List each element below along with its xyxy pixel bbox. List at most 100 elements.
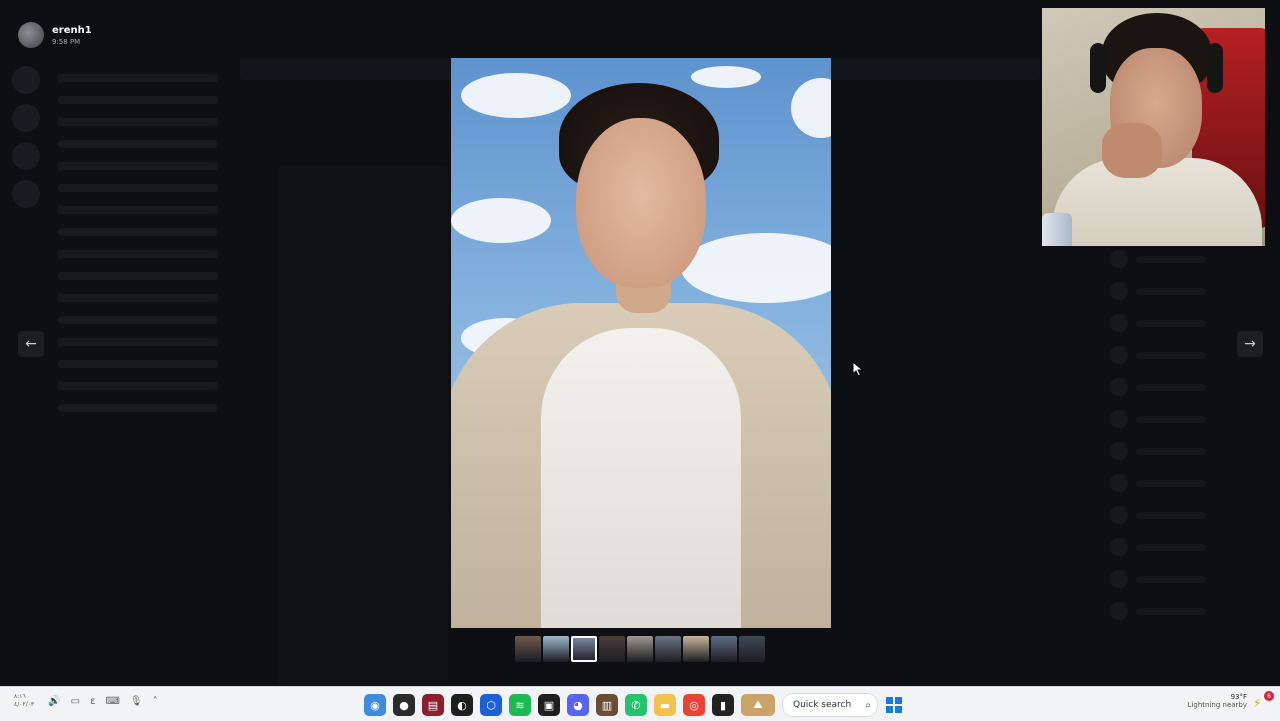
avatar[interactable]: [18, 22, 44, 48]
chrome-app-icon[interactable]: ◎: [683, 694, 705, 716]
thumbnail-item[interactable]: [543, 636, 569, 662]
media-viewer-image[interactable]: [451, 58, 831, 628]
channel-item: [58, 250, 218, 258]
thumbnail-strip: [515, 636, 767, 662]
headset: [1090, 43, 1106, 93]
thumbnail-item[interactable]: [655, 636, 681, 662]
tshirt: [541, 328, 741, 628]
server-icon: [12, 66, 40, 94]
clock[interactable]: ٨:١٦ ٤/٠٢/٠٣: [14, 693, 34, 709]
channel-item: [58, 184, 218, 192]
previous-image-button[interactable]: ←: [18, 331, 44, 357]
arrow-left-icon: ←: [25, 336, 37, 352]
chevron-up-icon[interactable]: ˄: [153, 696, 158, 707]
streamer-body: [1052, 158, 1262, 246]
notification-badge[interactable]: 6: [1264, 691, 1274, 701]
obs-app-icon[interactable]: ●: [393, 694, 415, 716]
language-icon[interactable]: ε: [90, 696, 95, 707]
server-icon: [12, 142, 40, 170]
channel-item: [58, 118, 218, 126]
lightning-icon: ⚡: [1253, 696, 1262, 710]
cloud: [691, 66, 761, 88]
member-item: [1110, 570, 1260, 588]
capture-app-icon[interactable]: ▣: [538, 694, 560, 716]
channel-item: [58, 228, 218, 236]
member-item: [1110, 442, 1260, 460]
discord-app-icon[interactable]: ◕: [567, 694, 589, 716]
search-label: Quick search: [793, 700, 852, 710]
terminal-app-icon[interactable]: ▮: [712, 694, 734, 716]
member-item: [1110, 314, 1260, 332]
mouse-cursor-icon: [852, 361, 864, 377]
member-item: [1110, 474, 1260, 492]
thumbnail-item[interactable]: [599, 636, 625, 662]
channel-item: [58, 96, 218, 104]
headset: [1207, 43, 1223, 93]
taskbar-search[interactable]: Quick search ⌕: [782, 693, 878, 717]
channel-item: [58, 338, 218, 346]
windows-start-icon[interactable]: [886, 697, 902, 713]
server-icon: [12, 180, 40, 208]
cloud: [451, 198, 551, 243]
taskbar-left-tray: ٨:١٦ ٤/٠٢/٠٣ 🔊 ▭ ε ⌨ 🎙 ˄: [14, 693, 168, 709]
thumbnail-item[interactable]: [571, 636, 597, 662]
channel-list: [48, 60, 228, 680]
member-item: [1110, 602, 1260, 620]
cloud: [681, 233, 831, 303]
weather-widget[interactable]: 93°F Lightning nearby: [1184, 693, 1247, 709]
member-list: [1110, 250, 1260, 680]
tool-app-icon[interactable]: ▥: [596, 694, 618, 716]
member-item: [1110, 378, 1260, 396]
webcam-overlay: [1042, 8, 1265, 246]
weather-condition: Lightning nearby: [1187, 701, 1247, 709]
video-editor-app-icon[interactable]: ▤: [422, 694, 444, 716]
server-icon: [12, 104, 40, 132]
member-item: [1110, 282, 1260, 300]
thumbnail-item[interactable]: [515, 636, 541, 662]
channel-item: [58, 140, 218, 148]
member-item: [1110, 538, 1260, 556]
copilot-app-icon[interactable]: ◉: [364, 694, 386, 716]
search-icon: ⌕: [865, 699, 871, 711]
thumbnail-item[interactable]: [739, 636, 765, 662]
server-list: [8, 60, 44, 660]
channel-item: [58, 382, 218, 390]
image-author: erenh1 9:58 PM: [18, 22, 92, 48]
game-launcher-app-icon[interactable]: ◐: [451, 694, 473, 716]
post-timestamp: 9:58 PM: [52, 37, 81, 46]
face: [576, 118, 706, 288]
channel-item: [58, 162, 218, 170]
channel-item: [58, 272, 218, 280]
microphone-icon[interactable]: 🎙: [130, 696, 143, 707]
cloud: [791, 78, 831, 138]
chat-attachment: [278, 165, 448, 685]
spotify-app-icon[interactable]: ≋: [509, 694, 531, 716]
channel-item: [58, 294, 218, 302]
windows-taskbar: ٨:١٦ ٤/٠٢/٠٣ 🔊 ▭ ε ⌨ 🎙 ˄ ◉ ● ▤ ◐ ⬡ ≋ ▣ ◕…: [0, 686, 1280, 721]
network-icon[interactable]: ▭: [71, 696, 80, 707]
keyboard-icon[interactable]: ⌨: [105, 696, 119, 707]
thumbnail-item[interactable]: [683, 636, 709, 662]
streamer-hand: [1102, 123, 1162, 178]
taskbar-apps: ◉ ● ▤ ◐ ⬡ ≋ ▣ ◕ ▥ ✆ ▬ ◎ ▮ ⛰ Quick search…: [364, 693, 902, 717]
channel-item: [58, 74, 218, 82]
volume-icon[interactable]: 🔊: [48, 696, 60, 707]
water-bottle: [1042, 213, 1072, 246]
channel-item: [58, 404, 218, 412]
channel-item: [58, 206, 218, 214]
author-name[interactable]: erenh1: [52, 25, 92, 36]
channel-item: [58, 316, 218, 324]
widget-app-icon[interactable]: ⛰: [741, 694, 775, 716]
channel-item: [58, 360, 218, 368]
member-item: [1110, 410, 1260, 428]
cloud: [461, 73, 571, 118]
member-item: [1110, 250, 1260, 268]
arrow-right-icon: →: [1244, 336, 1256, 352]
thumbnail-item[interactable]: [627, 636, 653, 662]
member-item: [1110, 506, 1260, 524]
next-image-button[interactable]: →: [1237, 331, 1263, 357]
whatsapp-app-icon[interactable]: ✆: [625, 694, 647, 716]
thumbnail-item[interactable]: [711, 636, 737, 662]
shield-app-icon[interactable]: ⬡: [480, 694, 502, 716]
file-explorer-icon[interactable]: ▬: [654, 694, 676, 716]
